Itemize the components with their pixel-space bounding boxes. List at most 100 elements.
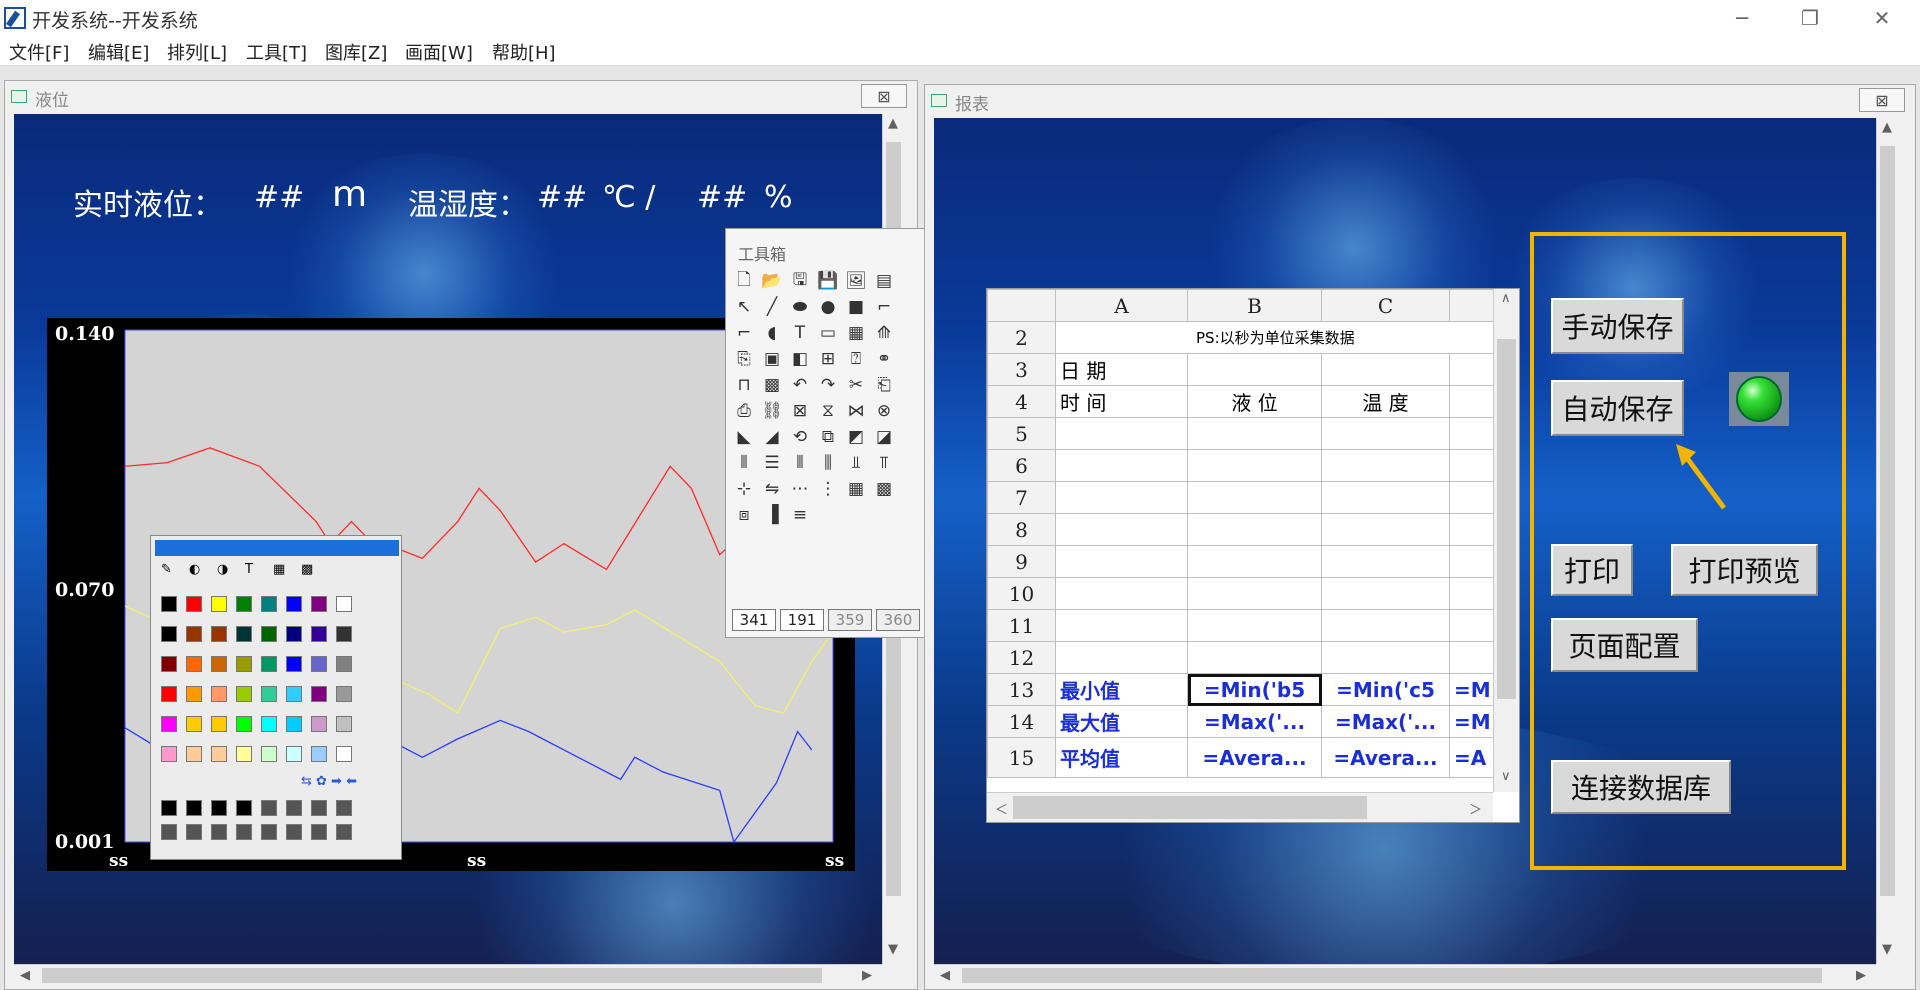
dist-h-icon[interactable]: ⦀ — [732, 451, 756, 475]
corner-cell[interactable] — [987, 289, 1056, 322]
scroll-right-icon[interactable]: ▶ — [1856, 968, 1866, 983]
pie-icon[interactable]: ◖ — [760, 321, 784, 345]
scroll-down-icon[interactable]: ∨ — [1501, 769, 1511, 784]
text-color-icon[interactable]: T — [245, 562, 253, 577]
scroll-thumb[interactable] — [1880, 146, 1895, 896]
print-button[interactable]: 打印 — [1551, 544, 1633, 596]
level-header-cell[interactable]: 液 位 — [1187, 385, 1322, 418]
min-label-cell[interactable]: 最小值 — [1055, 673, 1188, 706]
color-swatch[interactable] — [211, 716, 227, 732]
scroll-down-icon[interactable]: ▼ — [1882, 942, 1892, 957]
image-icon[interactable]: ▤ — [872, 269, 896, 293]
split-icon[interactable]: ⊗ — [872, 399, 896, 423]
col-header-a[interactable]: A — [1055, 289, 1188, 322]
back-icon[interactable]: ◪ — [872, 425, 896, 449]
pen-color-icon[interactable]: ✎ — [161, 562, 172, 577]
palette-nav-icons[interactable]: ⇆ ✿ ➡ ⬅ — [301, 774, 357, 789]
menu-library[interactable]: 图库[Z] — [325, 39, 387, 65]
color-swatch[interactable] — [211, 800, 227, 816]
report-hscroll[interactable]: ◀ ▶ — [934, 964, 1876, 986]
color-swatch[interactable] — [211, 626, 227, 642]
close-icon[interactable]: ⊠ — [1859, 88, 1905, 112]
min-temp-formula-cell[interactable]: =Min('c5 — [1321, 673, 1450, 706]
color-swatch[interactable] — [211, 686, 227, 702]
pattern-icon[interactable]: ▦ — [273, 562, 285, 577]
color-swatch[interactable] — [161, 746, 177, 762]
chart-control-icon[interactable]: ⊞ — [816, 347, 840, 371]
avg-temp-formula-cell[interactable]: =Avera... — [1321, 737, 1450, 778]
row-header[interactable]: 13 — [987, 673, 1056, 706]
row-header[interactable]: 9 — [987, 545, 1056, 578]
color-swatch[interactable] — [236, 716, 252, 732]
report-vscroll[interactable]: ▲ ▼ — [1876, 118, 1898, 964]
fill-color-icon[interactable]: ◐ — [189, 562, 200, 577]
color-swatch[interactable] — [161, 686, 177, 702]
layer-icon[interactable]: ⧈ — [732, 503, 756, 527]
color-swatch[interactable] — [236, 824, 252, 840]
table-cell[interactable] — [1321, 417, 1450, 450]
scroll-thumb[interactable] — [1013, 796, 1367, 819]
level-hscroll[interactable]: ◀ ▶ — [14, 964, 882, 986]
color-swatch[interactable] — [261, 824, 277, 840]
color-swatch[interactable] — [336, 686, 352, 702]
table-cell[interactable] — [1321, 641, 1450, 674]
sheet-vscroll[interactable]: ∧ ∨ — [1493, 289, 1519, 792]
line-icon[interactable]: ╱ — [760, 295, 784, 319]
open-folder-icon[interactable]: 📂 — [760, 269, 784, 293]
copy-icon[interactable]: ⎗ — [872, 373, 896, 397]
color-swatch[interactable] — [311, 800, 327, 816]
sheet-hscroll[interactable]: ＜ ＞ — [987, 792, 1493, 822]
vdotted-icon[interactable]: ⋮ — [816, 477, 840, 501]
picture-icon[interactable]: ▣ — [760, 347, 784, 371]
paste-icon[interactable]: ⎙ — [732, 399, 756, 423]
color-swatch[interactable] — [161, 656, 177, 672]
scroll-left-icon[interactable]: ◀ — [20, 968, 30, 983]
table-cell[interactable] — [1321, 353, 1450, 386]
control-icon[interactable]: ◧ — [788, 347, 812, 371]
menu-screen[interactable]: 画面[W] — [405, 39, 473, 65]
table-cell[interactable] — [1055, 545, 1188, 578]
avg-label-cell[interactable]: 平均值 — [1055, 737, 1188, 778]
page-setup-button[interactable]: 页面配置 — [1551, 618, 1698, 672]
table-cell[interactable] — [1321, 577, 1450, 610]
report-window-titlebar[interactable]: 报表 ⊠ — [925, 85, 1915, 115]
front-icon[interactable]: ◩ — [844, 425, 868, 449]
color-swatch[interactable] — [211, 596, 227, 612]
color-swatch[interactable] — [211, 746, 227, 762]
col-header-d[interactable] — [1449, 289, 1496, 322]
avg-level-formula-cell[interactable]: =Avera... — [1187, 737, 1322, 778]
col-header-c[interactable]: C — [1321, 289, 1450, 322]
table-cell[interactable] — [1449, 481, 1496, 514]
scroll-right-icon[interactable]: ＞ — [1469, 799, 1482, 818]
break-icon[interactable]: ⧖ — [816, 399, 840, 423]
table-cell[interactable] — [1449, 513, 1496, 546]
menu-edit[interactable]: 编辑[E] — [88, 39, 149, 65]
color-swatch[interactable] — [236, 626, 252, 642]
color-swatch[interactable] — [286, 800, 302, 816]
undo-icon[interactable]: ↶ — [788, 373, 812, 397]
table-cell[interactable] — [1449, 449, 1496, 482]
min-level-formula-cell[interactable]: =Min('b5 — [1187, 673, 1322, 706]
pipe-icon[interactable]: ⌐ — [732, 321, 756, 345]
table-cell[interactable] — [1321, 481, 1450, 514]
color-swatch[interactable] — [261, 596, 277, 612]
auto-save-button[interactable]: 自动保存 — [1551, 380, 1684, 436]
color-swatch[interactable] — [286, 686, 302, 702]
polyline-icon[interactable]: ⌐ — [872, 295, 896, 319]
color-swatch[interactable] — [261, 746, 277, 762]
line-style-icon[interactable]: ≡ — [788, 503, 812, 527]
center-h-icon[interactable]: ⫪ — [872, 451, 896, 475]
color-swatch[interactable] — [286, 716, 302, 732]
color-swatch[interactable] — [211, 656, 227, 672]
ellipse-filled-icon[interactable]: ⬬ — [788, 295, 812, 319]
color-swatch[interactable] — [336, 596, 352, 612]
color-palette[interactable]: ✎ ◐ ◑ T ▦ ▩ ⇆ ✿ ➡ ⬅ — [150, 535, 402, 860]
report-spreadsheet[interactable]: A B C 2 PS:以秒为单位采集数据 3 日 期 4 时 间 液 位 温 度… — [986, 288, 1520, 823]
color-swatch[interactable] — [286, 746, 302, 762]
date-label-cell[interactable]: 日 期 — [1055, 353, 1188, 386]
scroll-thumb[interactable] — [962, 968, 1822, 983]
color-swatch[interactable] — [311, 746, 327, 762]
table-cell[interactable] — [1321, 609, 1450, 642]
circle-filled-icon[interactable]: ● — [816, 295, 840, 319]
text-icon[interactable]: T — [788, 321, 812, 345]
